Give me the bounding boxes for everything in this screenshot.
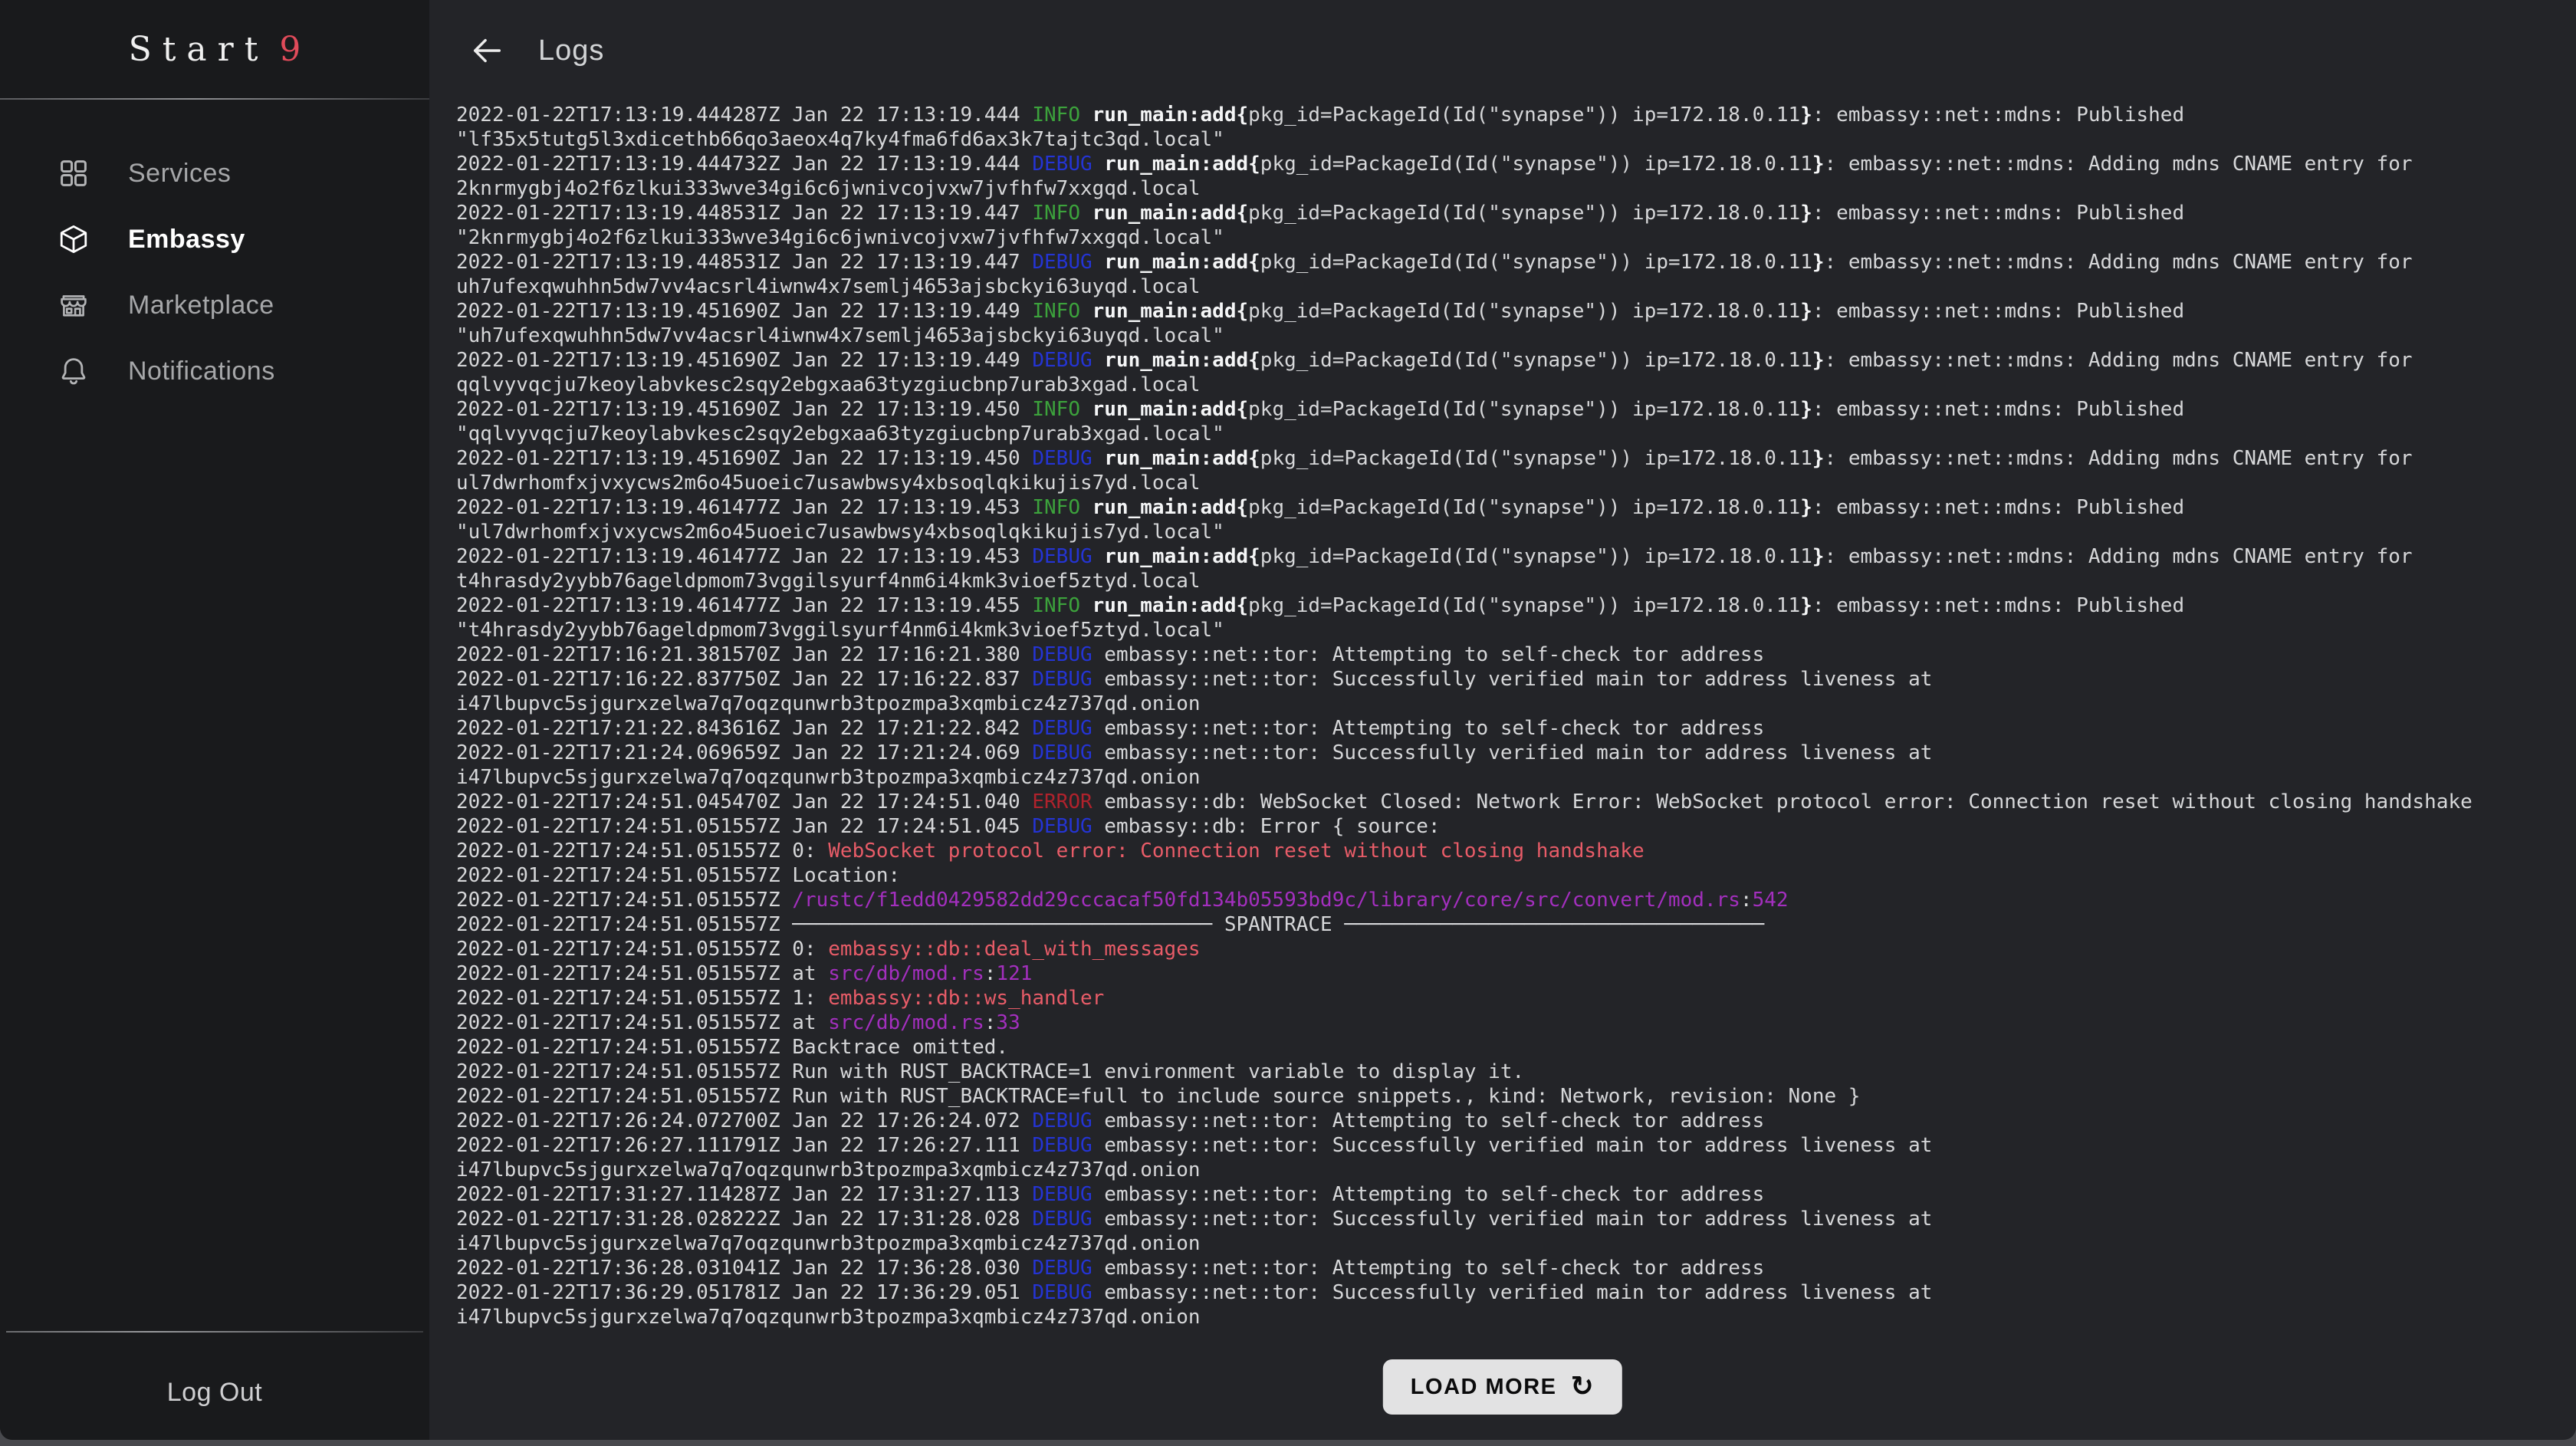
log-line: t4hrasdy2yybb76ageldpmom73vggilsyurf4nm6… [456, 569, 2576, 593]
sidebar: Start9 Services Embassy Marketplace Notific… [0, 0, 429, 1440]
log-line: 2022-01-22T17:24:51.051557Z ────────────… [456, 912, 2576, 937]
log-line: 2022-01-22T17:24:51.051557Z Jan 22 17:24… [456, 814, 2576, 839]
arrow-back-icon [469, 33, 504, 68]
log-line: "lf35x5tutg5l3xdicethb66qo3aeox4q7ky4fma… [456, 127, 2576, 152]
log-line: "ul7dwrhomfxjvxycws2m6o45uoeic7usawbwsy4… [456, 520, 2576, 544]
log-line: 2022-01-22T17:24:51.051557Z 0: embassy::… [456, 937, 2576, 961]
log-line: 2022-01-22T17:16:21.381570Z Jan 22 17:16… [456, 642, 2576, 667]
log-line: 2022-01-22T17:24:51.051557Z /rustc/f1edd… [456, 888, 2576, 912]
log-line: 2022-01-22T17:24:51.051557Z Location: [456, 863, 2576, 888]
sidebar-item-label: Marketplace [128, 291, 274, 320]
log-line: 2022-01-22T17:24:51.051557Z 0: WebSocket… [456, 839, 2576, 863]
log-line: 2022-01-22T17:24:51.051557Z Run with RUS… [456, 1060, 2576, 1084]
log-line: 2022-01-22T17:31:27.114287Z Jan 22 17:31… [456, 1182, 2576, 1207]
bell-icon [58, 355, 90, 387]
log-line: i47lbupvc5sjgurxzelwa7q7oqzqunwrb3tpozmp… [456, 1231, 2576, 1256]
log-line: 2022-01-22T17:24:51.051557Z 1: embassy::… [456, 986, 2576, 1011]
log-line: 2022-01-22T17:13:19.444732Z Jan 22 17:13… [456, 152, 2576, 176]
storefront-icon [58, 289, 90, 321]
app-root: Start9 Services Embassy Marketplace Notific… [0, 0, 2576, 1440]
log-line: 2022-01-22T17:26:24.072700Z Jan 22 17:26… [456, 1109, 2576, 1133]
log-line: "qqlvyvqcju7keoylabvkesc2sqy2ebgxaa63tyz… [456, 422, 2576, 446]
log-line: 2022-01-22T17:21:24.069659Z Jan 22 17:21… [456, 741, 2576, 765]
log-line: 2022-01-22T17:13:19.461477Z Jan 22 17:13… [456, 593, 2576, 618]
refresh-icon: ↻ [1571, 1373, 1595, 1401]
log-line: uh7ufexqwuhhn5dw7vv4acsrl4iwnw4x7semlj46… [456, 274, 2576, 299]
sidebar-item-label: Notifications [128, 357, 275, 386]
log-line: 2022-01-22T17:24:51.051557Z Backtrace om… [456, 1035, 2576, 1060]
log-line: 2022-01-22T17:26:27.111791Z Jan 22 17:26… [456, 1133, 2576, 1158]
log-line: qqlvyvqcju7keoylabvkesc2sqy2ebgxaa63tyzg… [456, 373, 2576, 397]
sidebar-divider [0, 98, 429, 100]
log-line: 2022-01-22T17:16:22.837750Z Jan 22 17:16… [456, 667, 2576, 692]
brand-accent-9: 9 [268, 30, 311, 69]
log-line: ul7dwrhomfxjvxycws2m6o45uoeic7usawbwsy4x… [456, 471, 2576, 495]
sidebar-item-services[interactable]: Services [0, 140, 429, 206]
load-more-button[interactable]: LOAD MORE ↻ [1383, 1359, 1622, 1415]
log-line: 2022-01-22T17:24:51.051557Z at src/db/mo… [456, 1011, 2576, 1035]
log-line: "2knrmygbj4o2f6zlkui333wve34gi6c6jwnivco… [456, 225, 2576, 250]
log-line: "uh7ufexqwuhhn5dw7vv4acsrl4iwnw4x7semlj4… [456, 324, 2576, 348]
log-line: 2knrmygbj4o2f6zlkui333wve34gi6c6jwnivcoj… [456, 176, 2576, 201]
log-line: i47lbupvc5sjgurxzelwa7q7oqzqunwrb3tpozmp… [456, 765, 2576, 790]
back-button[interactable] [469, 33, 504, 68]
log-line: 2022-01-22T17:13:19.461477Z Jan 22 17:13… [456, 495, 2576, 520]
sidebar-item-notifications[interactable]: Notifications [0, 338, 429, 404]
log-line: 2022-01-22T17:21:22.843616Z Jan 22 17:21… [456, 716, 2576, 741]
log-line: 2022-01-22T17:24:51.045470Z Jan 22 17:24… [456, 790, 2576, 814]
log-line: 2022-01-22T17:13:19.451690Z Jan 22 17:13… [456, 299, 2576, 324]
log-line: 2022-01-22T17:13:19.444287Z Jan 22 17:13… [456, 103, 2576, 127]
sidebar-footer-divider [6, 1331, 423, 1333]
page-title: Logs [538, 35, 604, 67]
sidebar-item-label: Embassy [128, 225, 245, 255]
grid-icon [58, 157, 90, 189]
logout-button[interactable]: Log Out [0, 1372, 429, 1412]
log-line: i47lbupvc5sjgurxzelwa7q7oqzqunwrb3tpozmp… [456, 1158, 2576, 1182]
log-line: 2022-01-22T17:13:19.448531Z Jan 22 17:13… [456, 250, 2576, 274]
log-line: 2022-01-22T17:31:28.028222Z Jan 22 17:31… [456, 1207, 2576, 1231]
log-line: 2022-01-22T17:36:29.051781Z Jan 22 17:36… [456, 1280, 2576, 1305]
log-line: 2022-01-22T17:36:28.031041Z Jan 22 17:36… [456, 1256, 2576, 1280]
brand-text: Start [118, 30, 269, 69]
page-header: Logs [429, 0, 2576, 101]
sidebar-item-embassy[interactable]: Embassy [0, 206, 429, 272]
log-line: 2022-01-22T17:24:51.051557Z Run with RUS… [456, 1084, 2576, 1109]
log-line: i47lbupvc5sjgurxzelwa7q7oqzqunwrb3tpozmp… [456, 692, 2576, 716]
log-line: i47lbupvc5sjgurxzelwa7q7oqzqunwrb3tpozmp… [456, 1305, 2576, 1329]
sidebar-item-marketplace[interactable]: Marketplace [0, 272, 429, 338]
brand-logo[interactable]: Start9 [0, 0, 429, 98]
sidebar-item-label: Services [128, 159, 231, 189]
log-line: 2022-01-22T17:13:19.448531Z Jan 22 17:13… [456, 201, 2576, 225]
log-line: 2022-01-22T17:13:19.451690Z Jan 22 17:13… [456, 446, 2576, 471]
sidebar-menu: Services Embassy Marketplace Notifications [0, 140, 429, 404]
log-line: 2022-01-22T17:24:51.051557Z at src/db/mo… [456, 961, 2576, 986]
main-content: Logs 2022-01-22T17:13:19.444287Z Jan 22 … [429, 0, 2576, 1440]
load-more-label: LOAD MORE [1411, 1375, 1557, 1400]
log-line: 2022-01-22T17:13:19.451690Z Jan 22 17:13… [456, 348, 2576, 373]
log-line: "t4hrasdy2yybb76ageldpmom73vggilsyurf4nm… [456, 618, 2576, 642]
log-line: 2022-01-22T17:13:19.451690Z Jan 22 17:13… [456, 397, 2576, 422]
cube-icon [58, 223, 90, 255]
log-viewer[interactable]: 2022-01-22T17:13:19.444287Z Jan 22 17:13… [456, 103, 2576, 1329]
log-line: 2022-01-22T17:13:19.461477Z Jan 22 17:13… [456, 544, 2576, 569]
